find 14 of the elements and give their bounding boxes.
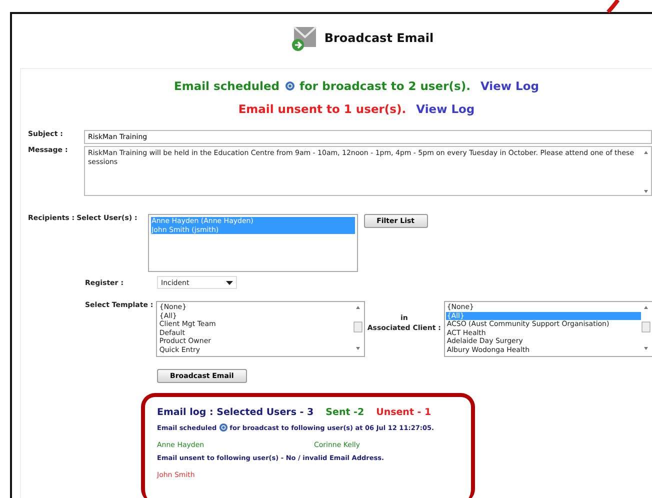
caret-icon (226, 280, 233, 284)
email-log-title: Email log : Selected Users - 3 (157, 407, 314, 418)
notice-text: Email unsent to 1 user(s). (238, 102, 406, 116)
notice-text: Email scheduled (174, 79, 280, 93)
notice-text: for broadcast to 2 user(s). (300, 79, 470, 93)
sent-count: Sent -2 (326, 407, 364, 418)
annotation-mark (606, 0, 620, 14)
page-title: Broadcast Email (324, 31, 434, 45)
view-log-link[interactable]: View Log (416, 102, 475, 116)
envelope-icon (290, 24, 318, 52)
info-icon (284, 81, 295, 91)
unsent-count: Unsent - 1 (376, 407, 432, 418)
view-log-link[interactable]: View Log (480, 79, 539, 93)
info-icon (218, 423, 228, 432)
